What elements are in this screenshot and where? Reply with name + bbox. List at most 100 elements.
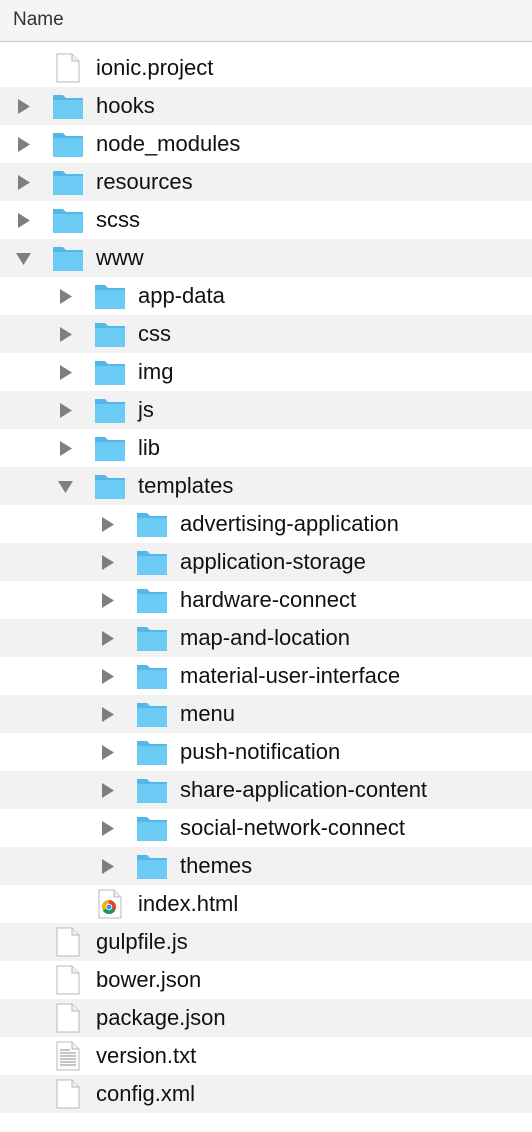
tree-row-app-data[interactable]: app-data bbox=[0, 277, 532, 315]
folder-icon bbox=[52, 205, 84, 235]
tree-row-bower-json[interactable]: bower.json bbox=[0, 961, 532, 999]
folder-icon bbox=[52, 91, 84, 121]
folder-icon bbox=[136, 813, 168, 843]
item-name-label: app-data bbox=[138, 283, 225, 308]
folder-icon bbox=[136, 623, 168, 653]
chrome-document-icon bbox=[94, 889, 126, 919]
disclosure-collapsed-icon[interactable] bbox=[99, 668, 116, 685]
tree-row-hooks[interactable]: hooks bbox=[0, 87, 532, 125]
disclosure-collapsed-icon[interactable] bbox=[99, 820, 116, 837]
item-name-label: map-and-location bbox=[180, 625, 350, 650]
folder-icon bbox=[136, 737, 168, 767]
disclosure-collapsed-icon[interactable] bbox=[57, 288, 74, 305]
disclosure-collapsed-icon[interactable] bbox=[57, 364, 74, 381]
item-name-label: social-network-connect bbox=[180, 815, 405, 840]
folder-icon bbox=[94, 319, 126, 349]
disclosure-collapsed-icon[interactable] bbox=[15, 136, 32, 153]
disclosure-collapsed-icon[interactable] bbox=[15, 212, 32, 229]
item-name-label: share-application-content bbox=[180, 777, 428, 802]
tree-row-ionic-project[interactable]: ionic.project bbox=[0, 49, 532, 87]
tree-row-package-json[interactable]: package.json bbox=[0, 999, 532, 1037]
tree-row-config-xml[interactable]: config.xml bbox=[0, 1075, 532, 1113]
tree-row-version-txt[interactable]: version.txt bbox=[0, 1037, 532, 1075]
item-name-label: node_modules bbox=[96, 131, 241, 156]
disclosure-collapsed-icon[interactable] bbox=[57, 326, 74, 343]
tree-row-templates[interactable]: templates bbox=[0, 467, 532, 505]
disclosure-collapsed-icon[interactable] bbox=[15, 98, 32, 115]
item-name-label: config.xml bbox=[96, 1081, 196, 1106]
item-name-label: css bbox=[138, 321, 171, 346]
folder-icon bbox=[136, 585, 168, 615]
folder-icon bbox=[136, 851, 168, 881]
tree-row-material-user-interface[interactable]: material-user-interface bbox=[0, 657, 532, 695]
item-name-label: application-storage bbox=[180, 549, 366, 574]
file-tree: ionic.project hooks node_modules resources s… bbox=[0, 49, 532, 1113]
folder-icon bbox=[94, 433, 126, 463]
disclosure-collapsed-icon[interactable] bbox=[99, 782, 116, 799]
item-name-label: www bbox=[96, 245, 144, 270]
item-name-label: index.html bbox=[138, 891, 239, 916]
tree-row-menu[interactable]: menu bbox=[0, 695, 532, 733]
disclosure-collapsed-icon[interactable] bbox=[15, 174, 32, 191]
folder-icon bbox=[136, 547, 168, 577]
disclosure-collapsed-icon[interactable] bbox=[99, 858, 116, 875]
item-name-label: ionic.project bbox=[96, 55, 214, 80]
disclosure-expanded-icon[interactable] bbox=[15, 250, 32, 267]
folder-icon bbox=[52, 243, 84, 273]
tree-row-push-notification[interactable]: push-notification bbox=[0, 733, 532, 771]
item-name-label: js bbox=[138, 397, 154, 422]
disclosure-collapsed-icon[interactable] bbox=[99, 516, 116, 533]
document-icon bbox=[52, 965, 84, 995]
item-name-label: advertising-application bbox=[180, 511, 399, 536]
item-name-label: img bbox=[138, 359, 174, 384]
disclosure-collapsed-icon[interactable] bbox=[57, 402, 74, 419]
document-icon bbox=[52, 53, 84, 83]
disclosure-collapsed-icon[interactable] bbox=[99, 592, 116, 609]
disclosure-collapsed-icon[interactable] bbox=[99, 744, 116, 761]
tree-row-map-and-location[interactable]: map-and-location bbox=[0, 619, 532, 657]
item-name-label: version.txt bbox=[96, 1043, 197, 1068]
disclosure-collapsed-icon[interactable] bbox=[99, 554, 116, 571]
tree-row-themes[interactable]: themes bbox=[0, 847, 532, 885]
item-name-label: resources bbox=[96, 169, 193, 194]
folder-icon bbox=[136, 775, 168, 805]
item-name-label: bower.json bbox=[96, 967, 202, 992]
column-header[interactable]: Name bbox=[0, 0, 532, 42]
disclosure-expanded-icon[interactable] bbox=[57, 478, 74, 495]
item-name-label: hooks bbox=[96, 93, 155, 118]
document-icon bbox=[52, 1003, 84, 1033]
name-column-header[interactable]: Name bbox=[13, 9, 64, 31]
disclosure-collapsed-icon[interactable] bbox=[57, 440, 74, 457]
tree-row-gulpfile-js[interactable]: gulpfile.js bbox=[0, 923, 532, 961]
item-name-label: themes bbox=[180, 853, 253, 878]
tree-row-index-html[interactable]: index.html bbox=[0, 885, 532, 923]
tree-row-share-application-content[interactable]: share-application-content bbox=[0, 771, 532, 809]
tree-row-social-network-connect[interactable]: social-network-connect bbox=[0, 809, 532, 847]
tree-row-advertising-application[interactable]: advertising-application bbox=[0, 505, 532, 543]
item-name-label: material-user-interface bbox=[180, 663, 401, 688]
folder-icon bbox=[136, 661, 168, 691]
tree-row-css[interactable]: css bbox=[0, 315, 532, 353]
item-name-label: package.json bbox=[96, 1005, 226, 1030]
tree-row-hardware-connect[interactable]: hardware-connect bbox=[0, 581, 532, 619]
tree-row-application-storage[interactable]: application-storage bbox=[0, 543, 532, 581]
folder-icon bbox=[94, 281, 126, 311]
tree-row-resources[interactable]: resources bbox=[0, 163, 532, 201]
document-icon bbox=[52, 927, 84, 957]
item-name-label: scss bbox=[96, 207, 140, 232]
tree-row-scss[interactable]: scss bbox=[0, 201, 532, 239]
disclosure-collapsed-icon[interactable] bbox=[99, 706, 116, 723]
document-icon bbox=[52, 1079, 84, 1109]
tree-row-js[interactable]: js bbox=[0, 391, 532, 429]
disclosure-collapsed-icon[interactable] bbox=[99, 630, 116, 647]
folder-icon bbox=[52, 167, 84, 197]
item-name-label: menu bbox=[180, 701, 236, 726]
tree-row-www[interactable]: www bbox=[0, 239, 532, 277]
tree-row-img[interactable]: img bbox=[0, 353, 532, 391]
tree-row-lib[interactable]: lib bbox=[0, 429, 532, 467]
item-name-label: lib bbox=[138, 435, 161, 460]
tree-row-node-modules[interactable]: node_modules bbox=[0, 125, 532, 163]
folder-icon bbox=[94, 471, 126, 501]
item-name-label: templates bbox=[138, 473, 234, 498]
folder-icon bbox=[136, 509, 168, 539]
